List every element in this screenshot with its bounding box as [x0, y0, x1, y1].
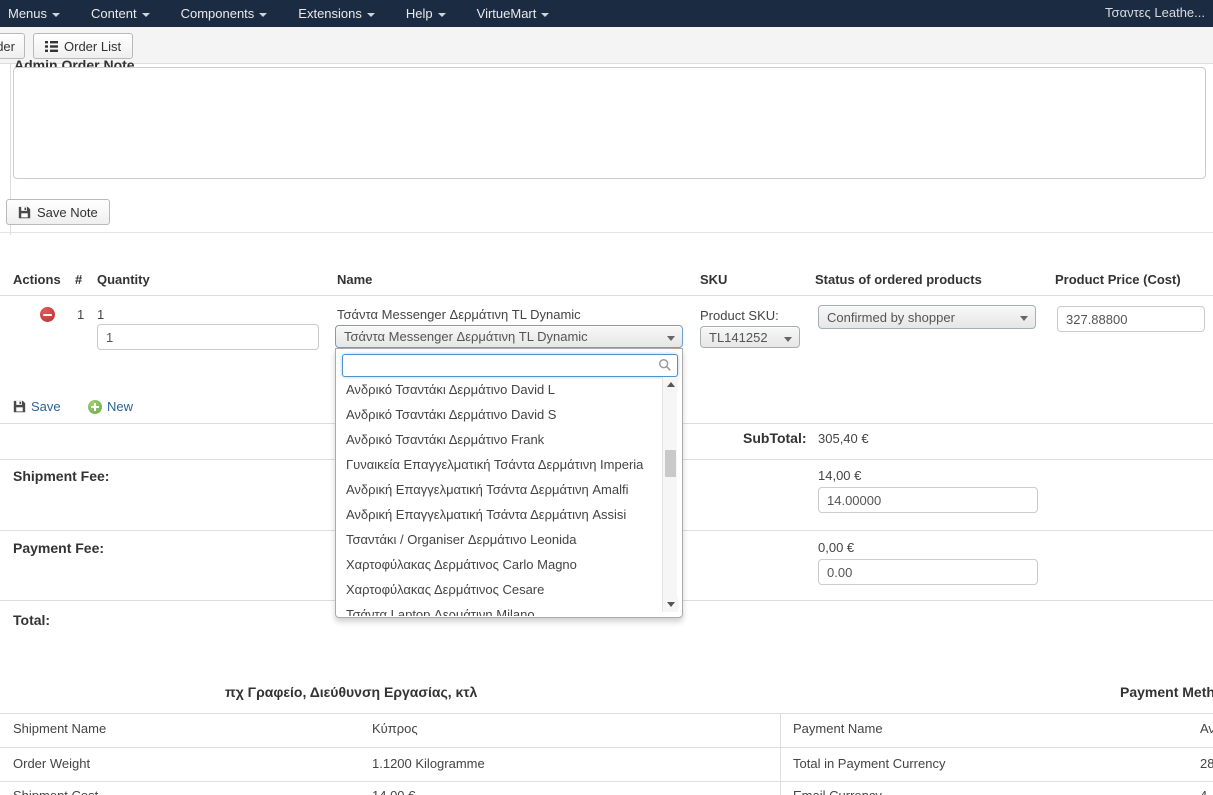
total-label: Total:: [13, 612, 50, 628]
quantity-text: 1: [97, 307, 104, 322]
plus-icon: [88, 400, 102, 414]
scrollbar-thumb[interactable]: [665, 450, 676, 477]
dropdown-option[interactable]: Ανδρικό Τσαντάκι Δερμάτινο Frank: [337, 427, 681, 452]
payment-method-heading: Payment Method: [1120, 684, 1213, 700]
detail-value: 14,00 €: [372, 788, 415, 795]
scroll-down-icon[interactable]: [663, 597, 678, 612]
table-divider: [780, 713, 781, 795]
chevron-down-icon: [142, 13, 150, 17]
detail-value: 1.1200 Kilogramme: [372, 756, 485, 771]
dropdown-option[interactable]: Χαρτοφύλακας Δερμάτινος Cesare: [337, 577, 681, 602]
admin-order-note-textarea[interactable]: [13, 67, 1206, 179]
detail-value: Αν: [1200, 721, 1213, 736]
detail-label: Shipment Cost: [13, 788, 98, 795]
product-dropdown-panel: Ανδρικό Τσαντάκι Δερμάτινο David L Ανδρι…: [335, 348, 683, 618]
detail-value: 28: [1200, 756, 1213, 771]
payment-fee-input[interactable]: [818, 559, 1038, 585]
col-header-num: #: [75, 272, 82, 287]
product-sku-select[interactable]: TL141252: [700, 326, 800, 348]
site-name: Τσαντες Leathe...: [1105, 5, 1205, 20]
dropdown-arrow-icon: [784, 337, 792, 342]
divider: [0, 232, 1213, 233]
order-list-button[interactable]: Order List: [33, 33, 133, 59]
detail-label: Shipment Name: [13, 721, 106, 736]
product-option-list: Ανδρικό Τσαντάκι Δερμάτινο David L Ανδρι…: [337, 377, 681, 616]
detail-label: Payment Name: [793, 721, 883, 736]
dropdown-option[interactable]: Ανδρική Επαγγελματική Τσάντα Δερμάτινη A…: [337, 477, 681, 502]
divider: [0, 295, 1213, 296]
menu-extensions[interactable]: Extensions: [298, 6, 375, 21]
detail-label: Order Weight: [13, 756, 90, 771]
payment-fee-value: 0,00 €: [818, 540, 854, 555]
detail-value: 4: [1200, 788, 1207, 795]
list-icon: [45, 41, 58, 52]
dropdown-option[interactable]: Χαρτοφύλακας Δερμάτινος Carlo Magno: [337, 552, 681, 577]
shipment-fee-input[interactable]: [818, 487, 1038, 513]
delete-icon[interactable]: [40, 307, 55, 322]
dropdown-arrow-icon: [667, 336, 675, 341]
payment-fee-label: Payment Fee:: [13, 540, 104, 556]
save-note-button[interactable]: Save Note: [6, 199, 110, 225]
detail-label: Total in Payment Currency: [793, 756, 945, 771]
product-name-select[interactable]: Τσάντα Messenger Δερμάτινη TL Dynamic: [335, 325, 683, 348]
dropdown-arrow-icon: [1020, 316, 1028, 321]
quantity-input[interactable]: [97, 324, 319, 350]
subtotal-label: SubTotal:: [743, 430, 803, 446]
divider: [0, 747, 1213, 748]
col-header-quantity: Quantity: [97, 272, 150, 287]
dropdown-option[interactable]: Ανδρικό Τσαντάκι Δερμάτινο David L: [337, 377, 681, 402]
menu-components[interactable]: Components: [181, 6, 268, 21]
subtotal-value: 305,40 €: [818, 431, 869, 446]
dropdown-option[interactable]: Γυναικεία Επαγγελματική Τσάντα Δερμάτινη…: [337, 452, 681, 477]
col-header-sku: SKU: [700, 272, 727, 287]
dropdown-option[interactable]: Ανδρικό Τσαντάκι Δερμάτινο David S: [337, 402, 681, 427]
divider: [0, 781, 1213, 782]
order-status-select[interactable]: Confirmed by shopper: [818, 305, 1036, 329]
save-icon: [13, 400, 26, 413]
divider: [0, 713, 1213, 714]
menu-menus[interactable]: Menus: [8, 6, 60, 21]
scrollbar[interactable]: [662, 377, 677, 612]
chevron-down-icon: [259, 13, 267, 17]
chevron-down-icon: [438, 13, 446, 17]
shipment-address-heading: πχ Γραφείο, Διεύθυνση Εργασίας, κτλ: [225, 684, 477, 700]
shipment-fee-value: 14,00 €: [818, 468, 861, 483]
search-icon: [658, 358, 672, 372]
dropdown-option[interactable]: Τσάντα Laptop Δερμάτινη Milano: [337, 602, 681, 616]
chevron-down-icon: [541, 13, 549, 17]
shipment-fee-label: Shipment Fee:: [13, 468, 109, 484]
new-link[interactable]: New: [88, 399, 133, 414]
product-sku-label: Product SKU:: [700, 308, 779, 323]
toolbar: der Order List: [0, 27, 1213, 64]
col-header-actions: Actions: [13, 272, 61, 287]
dropdown-option[interactable]: Ανδρική Επαγγελματική Τσάντα Δερμάτινη A…: [337, 502, 681, 527]
detail-label: Email Currency: [793, 788, 882, 795]
menu-content[interactable]: Content: [91, 6, 150, 21]
save-icon: [18, 206, 31, 219]
save-link[interactable]: Save: [13, 399, 61, 414]
col-header-status: Status of ordered products: [815, 272, 982, 287]
admin-navbar: Menus Content Components Extensions Help…: [0, 0, 1213, 27]
row-number: 1: [77, 307, 84, 322]
menu-virtuemart[interactable]: VirtueMart: [477, 6, 550, 21]
chevron-down-icon: [52, 13, 60, 17]
scroll-up-icon[interactable]: [663, 377, 678, 392]
order-edit-page: Menus Content Components Extensions Help…: [0, 0, 1213, 795]
product-price-input[interactable]: [1057, 306, 1205, 332]
col-header-name: Name: [337, 272, 372, 287]
menu-help[interactable]: Help: [406, 6, 446, 21]
dropdown-option[interactable]: Τσαντάκι / Organiser Δερμάτινο Leonida: [337, 527, 681, 552]
col-header-price: Product Price (Cost): [1055, 272, 1181, 287]
clipped-order-button[interactable]: der: [0, 33, 25, 59]
detail-value: Κύπρος: [372, 721, 418, 736]
search-input[interactable]: [342, 354, 678, 377]
product-name-text: Τσάντα Messenger Δερμάτινη TL Dynamic: [337, 307, 581, 322]
chevron-down-icon: [367, 13, 375, 17]
